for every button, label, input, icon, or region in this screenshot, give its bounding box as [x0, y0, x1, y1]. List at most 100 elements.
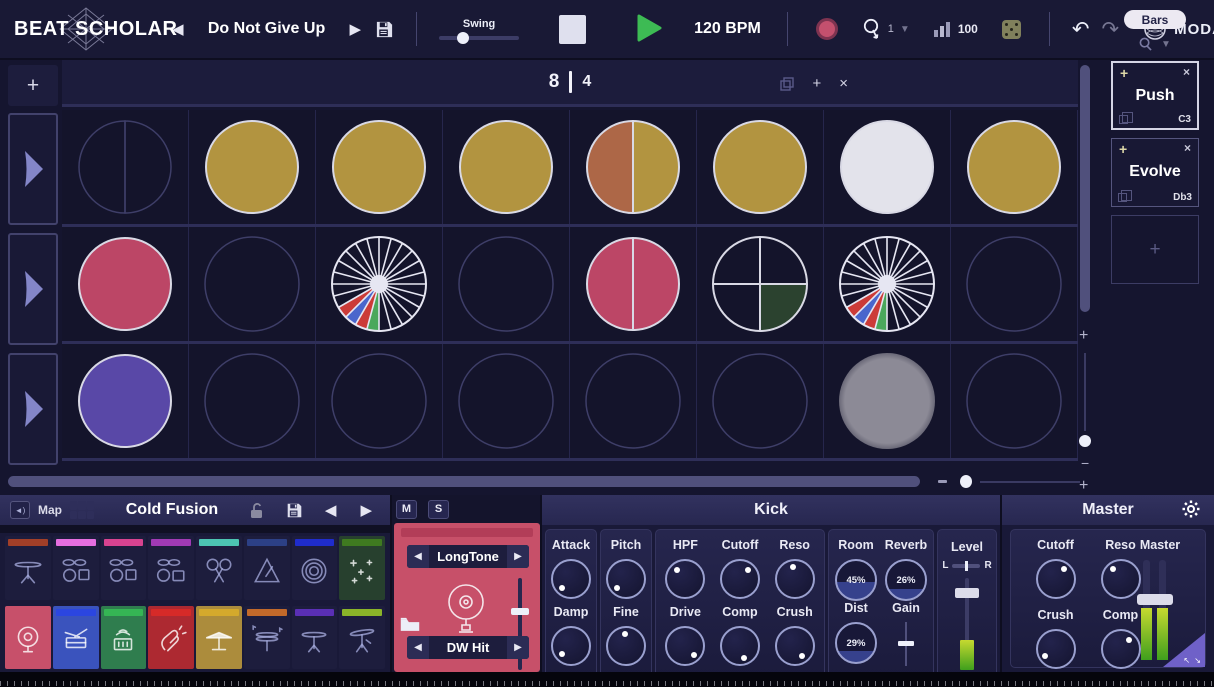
- kick-drum-icon[interactable]: [444, 581, 488, 637]
- zoom-out-h-icon[interactable]: [938, 480, 947, 483]
- pan-thumb[interactable]: [965, 561, 968, 571]
- add-bar-icon[interactable]: +: [1120, 65, 1128, 81]
- beat-cell-solid[interactable]: [443, 110, 570, 224]
- beat-cell-empty[interactable]: [570, 344, 697, 458]
- pan-slider[interactable]: [952, 564, 980, 568]
- instrument-tile-crash-stand[interactable]: [292, 606, 338, 670]
- stop-button[interactable]: [559, 15, 586, 44]
- comp-knob[interactable]: [720, 626, 760, 666]
- instrument-tile-snare[interactable]: [53, 606, 99, 670]
- attack-knob[interactable]: [551, 559, 591, 599]
- cutoff-knob[interactable]: [1036, 559, 1076, 599]
- horizontal-scrollbar[interactable]: [8, 476, 920, 487]
- instrument-tile-ride-cymbal[interactable]: [5, 536, 51, 600]
- next-kit-button[interactable]: ▶: [352, 497, 380, 523]
- gain-slider[interactable]: [886, 622, 926, 666]
- instrument-tile-triangle[interactable]: [244, 536, 290, 600]
- instrument-tile-drum-kit[interactable]: [53, 536, 99, 600]
- hpf-knob[interactable]: [665, 559, 705, 599]
- beat-cell-split[interactable]: [570, 110, 697, 224]
- lock-open-icon[interactable]: [250, 502, 264, 519]
- play-button[interactable]: [636, 14, 662, 45]
- instrument-tile-kick-drum-selected[interactable]: [5, 606, 51, 670]
- beat-cell-empty[interactable]: [443, 227, 570, 341]
- chevron-down-icon[interactable]: ▼: [900, 24, 910, 35]
- master-fader-thumb[interactable]: [1137, 594, 1173, 605]
- reso-knob[interactable]: [775, 559, 815, 599]
- zoom-out-v-icon[interactable]: −: [1081, 455, 1089, 471]
- next-articulation-button[interactable]: ▶: [507, 545, 529, 568]
- instrument-tile-ride-stand[interactable]: [339, 606, 385, 670]
- instrument-tile-clap[interactable]: [148, 606, 194, 670]
- instrument-tile-cowbell[interactable]: [101, 606, 147, 670]
- dist-knob[interactable]: 29%: [835, 622, 877, 664]
- beat-cell-split[interactable]: [570, 227, 697, 341]
- beat-cell-empty[interactable]: [951, 344, 1078, 458]
- undo-button[interactable]: ↶: [1066, 15, 1096, 44]
- duplicate-icon[interactable]: [1119, 115, 1128, 124]
- reverb-knob[interactable]: 26%: [885, 559, 927, 601]
- instrument-tile-hihat[interactable]: [244, 606, 290, 670]
- next-song-button[interactable]: ▶: [342, 16, 370, 42]
- prev-articulation-button[interactable]: ◀: [407, 545, 429, 568]
- instrument-tile-drum-kit-alt[interactable]: [148, 536, 194, 600]
- volume-control[interactable]: 100: [934, 20, 978, 38]
- chevron-down-icon[interactable]: ▼: [1161, 39, 1171, 50]
- h-zoom-slider-track[interactable]: [980, 481, 1080, 483]
- h-zoom-slider-thumb[interactable]: [960, 475, 972, 488]
- bars-tab[interactable]: Bars: [1124, 10, 1186, 29]
- zoom-in-corner-icon[interactable]: +: [1079, 477, 1088, 495]
- search-icon[interactable]: [1139, 37, 1152, 51]
- bar-card-push[interactable]: +×PushC3: [1111, 61, 1199, 130]
- room-knob[interactable]: 45%: [835, 559, 877, 601]
- close-icon[interactable]: ×: [1183, 65, 1190, 79]
- fine-knob[interactable]: [606, 626, 646, 666]
- beat-cell-solid[interactable]: [62, 227, 189, 341]
- drive-knob[interactable]: [665, 626, 705, 666]
- instrument-tile-maracas[interactable]: [196, 536, 242, 600]
- save-song-button[interactable]: [369, 18, 400, 41]
- prev-sample-button[interactable]: ◀: [407, 636, 429, 659]
- kit-name[interactable]: Cold Fusion: [102, 501, 242, 519]
- instrument-tile-gong[interactable]: [292, 536, 338, 600]
- zoom-in-v-icon[interactable]: +: [1079, 327, 1088, 345]
- sample-volume-thumb[interactable]: [511, 608, 529, 615]
- remove-bar-icon[interactable]: ×: [839, 75, 848, 92]
- beat-cell-split[interactable]: [62, 110, 189, 224]
- save-kit-icon[interactable]: [286, 502, 303, 519]
- settings-button[interactable]: [1182, 500, 1200, 521]
- close-icon[interactable]: ×: [1184, 141, 1191, 155]
- add-beat-icon[interactable]: +: [812, 75, 821, 92]
- add-bar-card[interactable]: +: [1111, 215, 1199, 284]
- crush-knob[interactable]: [1036, 629, 1076, 669]
- map-label[interactable]: Map: [38, 503, 62, 517]
- prev-kit-button[interactable]: ◀: [317, 497, 345, 523]
- pitch-knob[interactable]: [606, 559, 646, 599]
- beat-cell-empty[interactable]: [316, 344, 443, 458]
- time-signature-bar[interactable]: 8 4 + ×: [62, 60, 1078, 107]
- instrument-tile-sparkles[interactable]: [339, 536, 385, 600]
- crush-knob[interactable]: [775, 626, 815, 666]
- browse-sample-button[interactable]: [400, 616, 420, 635]
- beat-cell-starburst[interactable]: [824, 227, 951, 341]
- beat-cell-quad[interactable]: [697, 227, 824, 341]
- swing-slider-thumb[interactable]: [457, 32, 469, 44]
- add-row-button[interactable]: +: [8, 65, 58, 106]
- vertical-scrollbar[interactable]: [1080, 65, 1090, 312]
- map-grid-icon[interactable]: [70, 501, 94, 519]
- preview-sound-button[interactable]: ◄): [10, 501, 30, 519]
- beat-cell-soft[interactable]: [824, 344, 951, 458]
- beat-cell-solid[interactable]: [316, 110, 443, 224]
- time-signature-beats[interactable]: 8: [549, 71, 560, 93]
- instrument-tile-cymbal[interactable]: [196, 606, 242, 670]
- beat-cell-empty[interactable]: [443, 344, 570, 458]
- level-fader-thumb[interactable]: [955, 588, 979, 598]
- next-sample-button[interactable]: ▶: [507, 636, 529, 659]
- v-zoom-slider-thumb[interactable]: [1079, 435, 1091, 447]
- row-play-button[interactable]: [8, 233, 58, 345]
- swing-slider[interactable]: [439, 36, 519, 40]
- bpm-display[interactable]: 120 BPM: [694, 20, 761, 38]
- beat-cell-empty[interactable]: [951, 227, 1078, 341]
- quantize-control[interactable]: 1 ▼: [862, 18, 910, 40]
- damp-knob[interactable]: [551, 626, 591, 666]
